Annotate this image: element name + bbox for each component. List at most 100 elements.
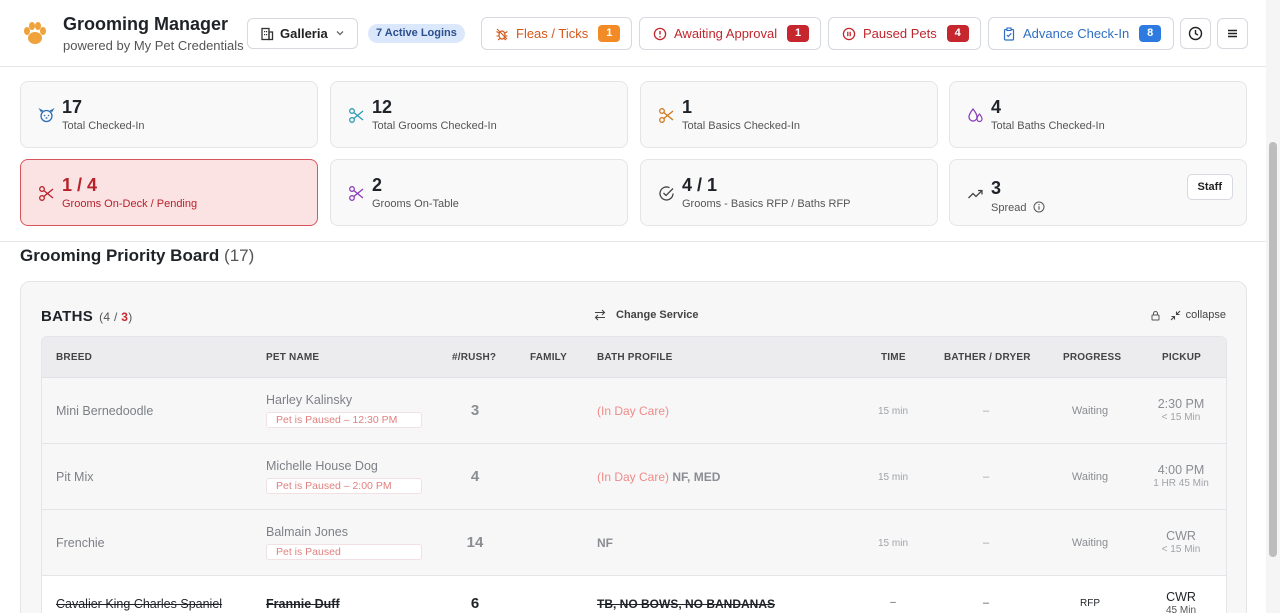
pause-circle-icon [842,27,856,40]
board-title-text: Grooming Priority Board [20,246,220,265]
stat-label: Total Basics Checked-In [682,120,800,132]
table-row[interactable]: Cavalier King Charles Spaniel Frannie Du… [42,576,1226,613]
dog-face-icon [38,108,55,123]
bather-cell[interactable]: – [941,471,1031,483]
stat-spread: 3 Spread Staff [949,159,1247,226]
rush-cell: 3 [470,402,480,419]
bug-icon [496,28,508,40]
change-service-label: Change Service [616,309,699,321]
collapse-label: collapse [1185,309,1226,321]
lock-icon[interactable] [1150,310,1161,321]
pet-name-cell: Balmain Jones [266,525,348,539]
scissors-icon [659,108,674,123]
paused-pets-button[interactable]: Paused Pets 4 [828,17,981,50]
scissors-icon [39,186,54,201]
col-breed[interactable]: BREED [56,352,92,363]
col-rush[interactable]: #/RUSH? [452,352,496,363]
paused-pets-label: Paused Pets [863,26,937,41]
history-button[interactable] [1180,18,1211,49]
chevron-down-icon [336,31,344,36]
paused-badge: Pet is Paused [266,544,422,560]
pickup-cell: CWR < 15 Min [1161,529,1201,555]
col-progress[interactable]: PROGRESS [1063,352,1121,363]
stat-label: Grooms On-Deck / Pending [62,198,198,210]
advance-check-in-button[interactable]: Advance Check-In 8 [988,17,1174,50]
app-header: Grooming Manager powered by My Pet Crede… [0,0,1266,67]
col-bather-dryer[interactable]: BATHER / DRYER [944,352,1031,363]
progress-cell[interactable]: RFP [1052,598,1128,609]
stat-rfp[interactable]: 4 / 1 Grooms - Basics RFP / Baths RFP [640,159,938,226]
progress-cell[interactable]: Waiting [1052,471,1128,483]
scrollbar-thumb[interactable] [1269,142,1277,557]
stat-value: 4 [991,97,1002,117]
stat-total-grooms-checked-in[interactable]: 12 Total Grooms Checked-In [330,81,628,148]
location-select[interactable]: Galleria [247,18,358,49]
stat-label: Total Grooms Checked-In [372,120,497,132]
bath-profile-cell: TB, NO BOWS, NO BANDANAS [597,597,775,611]
col-time[interactable]: TIME [881,352,906,363]
stat-total-basics-checked-in[interactable]: 1 Total Basics Checked-In [640,81,938,148]
stat-label: Spread [991,202,1027,214]
bath-profile-cell: (In Day Care) [597,404,670,418]
table-row[interactable]: Mini Bernedoodle Harley Kalinsky Pet is … [42,378,1226,444]
progress-cell[interactable]: Waiting [1052,537,1128,549]
breed-cell: Cavalier King Charles Spaniel [56,597,223,611]
awaiting-approval-button[interactable]: Awaiting Approval 1 [639,17,821,50]
clipboard-check-icon [1003,26,1015,41]
divider [0,241,1266,242]
table-row[interactable]: Frenchie Balmain Jones Pet is Paused 14 … [42,510,1226,576]
col-family[interactable]: FAMILY [530,352,567,363]
paused-pets-count: 4 [946,25,969,42]
board-title: Grooming Priority Board (17) [20,246,254,266]
building-icon [261,27,274,40]
advance-check-in-count: 8 [1139,25,1162,42]
board-count: (17) [224,246,255,265]
stat-total-checked-in[interactable]: 17 Total Checked-In [20,81,318,148]
stat-label: Total Baths Checked-In [991,120,1105,132]
baths-panel: BATHS (4 / 3) Change Service collapse BRE… [20,281,1247,613]
rush-cell: 6 [470,595,480,612]
staff-button[interactable]: Staff [1186,174,1233,200]
baths-fraction: (4 / 3) [99,310,133,324]
clock-icon [1188,26,1203,41]
pickup-cell: 2:30 PM < 15 Min [1157,397,1205,423]
table-header: BREED PET NAME #/RUSH? FAMILY BATH PROFI… [42,337,1226,378]
paused-badge: Pet is Paused – 2:00 PM [266,478,422,494]
bather-cell[interactable]: – [941,597,1031,609]
pet-name-cell: Frannie Duff [266,597,340,611]
scissors-icon [349,108,364,123]
menu-button[interactable] [1217,18,1248,49]
col-bath-profile[interactable]: BATH PROFILE [597,352,673,363]
col-pickup[interactable]: PICKUP [1162,352,1201,363]
stat-grooms-on-deck-pending[interactable]: 1 / 4 Grooms On-Deck / Pending [20,159,318,226]
bather-cell[interactable]: – [941,405,1031,417]
stat-value: 4 / 1 [682,175,718,195]
progress-cell[interactable]: Waiting [1052,405,1128,417]
stat-total-baths-checked-in[interactable]: 4 Total Baths Checked-In [949,81,1247,148]
pickup-cell: 4:00 PM 1 HR 45 Min [1153,463,1209,489]
minimize-icon [1170,310,1181,320]
alert-circle-icon [653,27,667,40]
location-value: Galleria [280,26,328,41]
collapse-button[interactable]: collapse [1150,309,1226,321]
info-icon[interactable] [1033,201,1045,213]
bath-profile-cell: (In Day Care) NF, MED [597,470,721,484]
breed-cell: Pit Mix [56,470,94,484]
bather-cell[interactable]: – [941,537,1031,549]
stat-value: 1 / 4 [62,175,98,195]
baths-section-title: BATHS (4 / 3) [41,308,133,325]
swap-icon [594,309,606,321]
change-service-button[interactable]: Change Service [594,309,699,321]
stat-label: Total Checked-In [62,120,145,132]
stat-label-wrap: Spread [991,201,1045,214]
stat-grooms-on-table[interactable]: 2 Grooms On-Table [330,159,628,226]
fleas-ticks-button[interactable]: Fleas / Ticks 1 [481,17,632,50]
active-logins-badge[interactable]: 7 Active Logins [368,24,465,43]
hamburger-menu-icon [1228,29,1237,38]
app-title: Grooming Manager [63,14,229,34]
fleas-ticks-label: Fleas / Ticks [516,26,589,41]
trend-up-icon [968,189,983,199]
col-pet-name[interactable]: PET NAME [266,352,319,363]
table-row[interactable]: Pit Mix Michelle House Dog Pet is Paused… [42,444,1226,510]
page-scrollbar[interactable] [1266,0,1280,613]
